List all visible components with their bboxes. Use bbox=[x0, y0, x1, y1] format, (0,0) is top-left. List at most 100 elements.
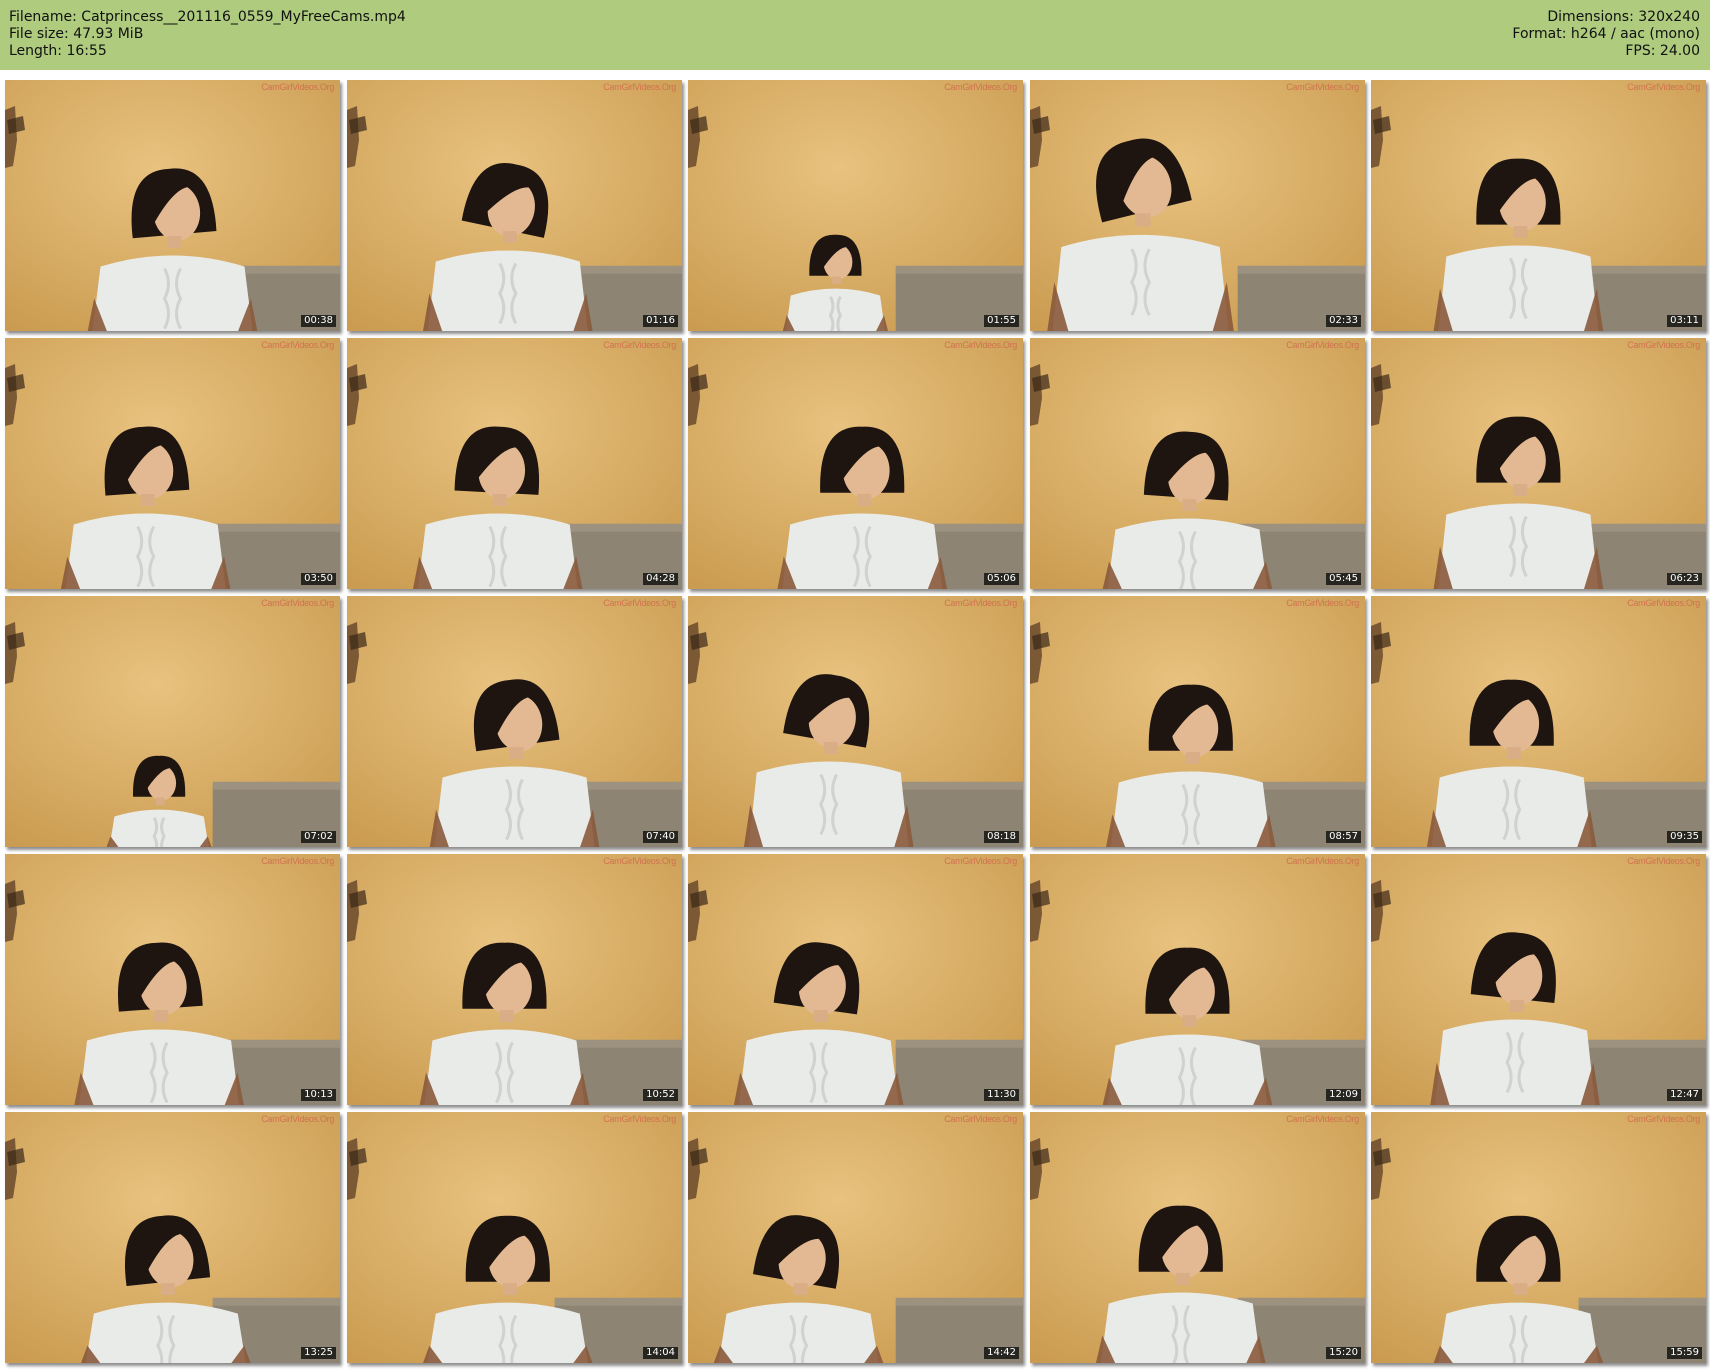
timestamp-label: 14:04 bbox=[643, 1347, 678, 1359]
timestamp-label: 02:33 bbox=[1326, 315, 1361, 327]
watermark-text: CamGirlVideos.Org bbox=[1627, 1114, 1700, 1124]
info-header: Filename: Catprincess__201116_0559_MyFre… bbox=[0, 0, 1710, 70]
timestamp-label: 04:28 bbox=[643, 573, 678, 585]
format-text: Format: h264 / aac (mono) bbox=[1512, 26, 1700, 42]
fps-text: FPS: 24.00 bbox=[1625, 43, 1700, 59]
frame-image bbox=[688, 338, 1023, 589]
file-info-right: Dimensions: 320x240 Format: h264 / aac (… bbox=[1512, 9, 1700, 60]
video-thumbnail: CamGirlVideos.Org 07:02 bbox=[5, 596, 340, 847]
watermark-text: CamGirlVideos.Org bbox=[603, 82, 676, 92]
timestamp-label: 10:52 bbox=[643, 1089, 678, 1101]
watermark-text: CamGirlVideos.Org bbox=[944, 340, 1017, 350]
watermark-text: CamGirlVideos.Org bbox=[1627, 856, 1700, 866]
watermark-text: CamGirlVideos.Org bbox=[603, 340, 676, 350]
timestamp-label: 14:42 bbox=[984, 1347, 1019, 1359]
file-info-left: Filename: Catprincess__201116_0559_MyFre… bbox=[9, 9, 406, 60]
timestamp-label: 09:35 bbox=[1667, 831, 1702, 843]
video-thumbnail: CamGirlVideos.Org 12:47 bbox=[1371, 854, 1706, 1105]
video-thumbnail: CamGirlVideos.Org 03:11 bbox=[1371, 80, 1706, 331]
watermark-text: CamGirlVideos.Org bbox=[1286, 340, 1359, 350]
timestamp-label: 00:38 bbox=[301, 315, 336, 327]
timestamp-label: 08:57 bbox=[1326, 831, 1361, 843]
frame-image bbox=[1030, 596, 1365, 847]
filename-text: Filename: Catprincess__201116_0559_MyFre… bbox=[9, 9, 406, 25]
video-thumbnail: CamGirlVideos.Org 05:06 bbox=[688, 338, 1023, 589]
frame-image bbox=[347, 596, 682, 847]
timestamp-label: 15:59 bbox=[1667, 1347, 1702, 1359]
timestamp-label: 11:30 bbox=[984, 1089, 1019, 1101]
video-thumbnail: CamGirlVideos.Org 03:50 bbox=[5, 338, 340, 589]
watermark-text: CamGirlVideos.Org bbox=[1286, 856, 1359, 866]
watermark-text: CamGirlVideos.Org bbox=[944, 82, 1017, 92]
frame-image bbox=[347, 80, 682, 331]
video-thumbnail: CamGirlVideos.Org 08:57 bbox=[1030, 596, 1365, 847]
video-thumbnail: CamGirlVideos.Org 10:52 bbox=[347, 854, 682, 1105]
timestamp-label: 08:18 bbox=[984, 831, 1019, 843]
video-thumbnail: CamGirlVideos.Org 05:45 bbox=[1030, 338, 1365, 589]
frame-image bbox=[1371, 338, 1706, 589]
watermark-text: CamGirlVideos.Org bbox=[1627, 82, 1700, 92]
watermark-text: CamGirlVideos.Org bbox=[1286, 82, 1359, 92]
frame-image bbox=[688, 596, 1023, 847]
watermark-text: CamGirlVideos.Org bbox=[603, 1114, 676, 1124]
watermark-text: CamGirlVideos.Org bbox=[944, 1114, 1017, 1124]
dimensions-text: Dimensions: 320x240 bbox=[1547, 9, 1700, 25]
frame-image bbox=[1030, 80, 1365, 331]
frame-image bbox=[1030, 854, 1365, 1105]
watermark-text: CamGirlVideos.Org bbox=[1627, 598, 1700, 608]
video-thumbnail: CamGirlVideos.Org 07:40 bbox=[347, 596, 682, 847]
video-thumbnail: CamGirlVideos.Org 09:35 bbox=[1371, 596, 1706, 847]
video-thumbnail: CamGirlVideos.Org 13:25 bbox=[5, 1112, 340, 1363]
watermark-text: CamGirlVideos.Org bbox=[944, 856, 1017, 866]
frame-image bbox=[1371, 1112, 1706, 1363]
watermark-text: CamGirlVideos.Org bbox=[1286, 1114, 1359, 1124]
watermark-text: CamGirlVideos.Org bbox=[261, 340, 334, 350]
frame-image bbox=[1030, 1112, 1365, 1363]
video-thumbnail: CamGirlVideos.Org 01:55 bbox=[688, 80, 1023, 331]
video-thumbnail: CamGirlVideos.Org 11:30 bbox=[688, 854, 1023, 1105]
frame-image bbox=[1371, 596, 1706, 847]
timestamp-label: 05:45 bbox=[1326, 573, 1361, 585]
video-thumbnail: CamGirlVideos.Org 14:42 bbox=[688, 1112, 1023, 1363]
video-thumbnail: CamGirlVideos.Org 06:23 bbox=[1371, 338, 1706, 589]
timestamp-label: 10:13 bbox=[301, 1089, 336, 1101]
video-thumbnail: CamGirlVideos.Org 08:18 bbox=[688, 596, 1023, 847]
video-thumbnail: CamGirlVideos.Org 12:09 bbox=[1030, 854, 1365, 1105]
timestamp-label: 07:02 bbox=[301, 831, 336, 843]
timestamp-label: 03:11 bbox=[1667, 315, 1702, 327]
frame-image bbox=[688, 854, 1023, 1105]
watermark-text: CamGirlVideos.Org bbox=[1627, 340, 1700, 350]
timestamp-label: 01:55 bbox=[984, 315, 1019, 327]
frame-image bbox=[5, 1112, 340, 1363]
watermark-text: CamGirlVideos.Org bbox=[261, 856, 334, 866]
watermark-text: CamGirlVideos.Org bbox=[1286, 598, 1359, 608]
timestamp-label: 07:40 bbox=[643, 831, 678, 843]
length-text: Length: 16:55 bbox=[9, 43, 107, 59]
video-thumbnail: CamGirlVideos.Org 15:20 bbox=[1030, 1112, 1365, 1363]
frame-image bbox=[5, 80, 340, 331]
filesize-text: File size: 47.93 MiB bbox=[9, 26, 144, 42]
timestamp-label: 03:50 bbox=[301, 573, 336, 585]
timestamp-label: 06:23 bbox=[1667, 573, 1702, 585]
watermark-text: CamGirlVideos.Org bbox=[603, 856, 676, 866]
frame-image bbox=[1030, 338, 1365, 589]
timestamp-label: 05:06 bbox=[984, 573, 1019, 585]
frame-image bbox=[5, 596, 340, 847]
watermark-text: CamGirlVideos.Org bbox=[261, 82, 334, 92]
video-thumbnail: CamGirlVideos.Org 04:28 bbox=[347, 338, 682, 589]
watermark-text: CamGirlVideos.Org bbox=[603, 598, 676, 608]
timestamp-label: 12:09 bbox=[1326, 1089, 1361, 1101]
video-thumbnail: CamGirlVideos.Org 01:16 bbox=[347, 80, 682, 331]
video-thumbnail: CamGirlVideos.Org 14:04 bbox=[347, 1112, 682, 1363]
frame-image bbox=[347, 854, 682, 1105]
video-thumbnail: CamGirlVideos.Org 15:59 bbox=[1371, 1112, 1706, 1363]
timestamp-label: 01:16 bbox=[643, 315, 678, 327]
frame-image bbox=[1371, 854, 1706, 1105]
timestamp-label: 13:25 bbox=[301, 1347, 336, 1359]
video-thumbnail: CamGirlVideos.Org 10:13 bbox=[5, 854, 340, 1105]
frame-image bbox=[5, 854, 340, 1105]
frame-image bbox=[688, 1112, 1023, 1363]
frame-image bbox=[1371, 80, 1706, 331]
video-thumbnail: CamGirlVideos.Org 02:33 bbox=[1030, 80, 1365, 331]
frame-image bbox=[688, 80, 1023, 331]
